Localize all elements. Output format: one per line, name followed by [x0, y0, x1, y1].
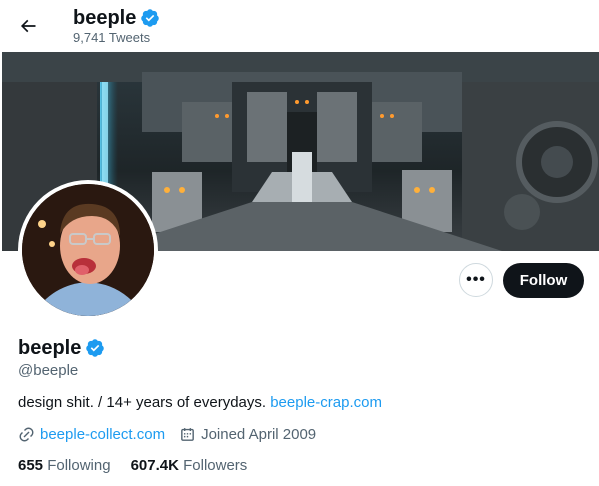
- bio-text: design shit. / 14+ years of everydays.: [18, 394, 271, 411]
- calendar-icon: [181, 428, 194, 441]
- follow-button[interactable]: Follow: [503, 263, 584, 298]
- profile-name-row: beeple: [18, 336, 105, 360]
- display-name: beeple: [18, 337, 82, 359]
- back-button[interactable]: [12, 10, 44, 42]
- avatar-border: [18, 180, 158, 320]
- following-label: Following: [43, 457, 111, 474]
- verified-badge-icon: [85, 338, 105, 358]
- verified-badge-icon: [140, 8, 160, 28]
- joined-item: Joined April 2009: [179, 426, 316, 443]
- tweet-count: 9,741 Tweets: [73, 30, 151, 45]
- avatar[interactable]: [22, 184, 154, 316]
- header-title-row: beeple: [73, 6, 160, 30]
- link-icon: [19, 427, 34, 442]
- more-options-button[interactable]: •••: [459, 263, 493, 297]
- profile-bio: design shit. / 14+ years of everydays. b…: [18, 394, 382, 411]
- profile-stats: 655 Following 607.4K Followers: [18, 457, 267, 474]
- joined-date: Joined April 2009: [201, 426, 317, 443]
- avatar-image: [22, 184, 154, 316]
- website-link[interactable]: beeple-collect.com: [40, 426, 165, 443]
- following-link[interactable]: 655 Following: [18, 457, 111, 474]
- arrow-left-icon: [20, 19, 36, 33]
- bio-link[interactable]: beeple-crap.com: [270, 394, 382, 411]
- followers-link[interactable]: 607.4K Followers: [131, 457, 248, 474]
- header-title: beeple: [73, 7, 137, 29]
- website-item: beeple-collect.com: [18, 426, 165, 443]
- more-icon: •••: [466, 271, 486, 288]
- profile-meta: beeple-collect.com Joined April 2009: [18, 426, 330, 443]
- followers-label: Followers: [178, 457, 248, 474]
- following-count: 655: [18, 457, 44, 474]
- profile-handle: @beeple: [18, 362, 79, 379]
- follow-label: Follow: [519, 272, 568, 289]
- profile-header: beeple 9,741 Tweets: [0, 0, 599, 52]
- followers-count: 607.4K: [130, 457, 179, 474]
